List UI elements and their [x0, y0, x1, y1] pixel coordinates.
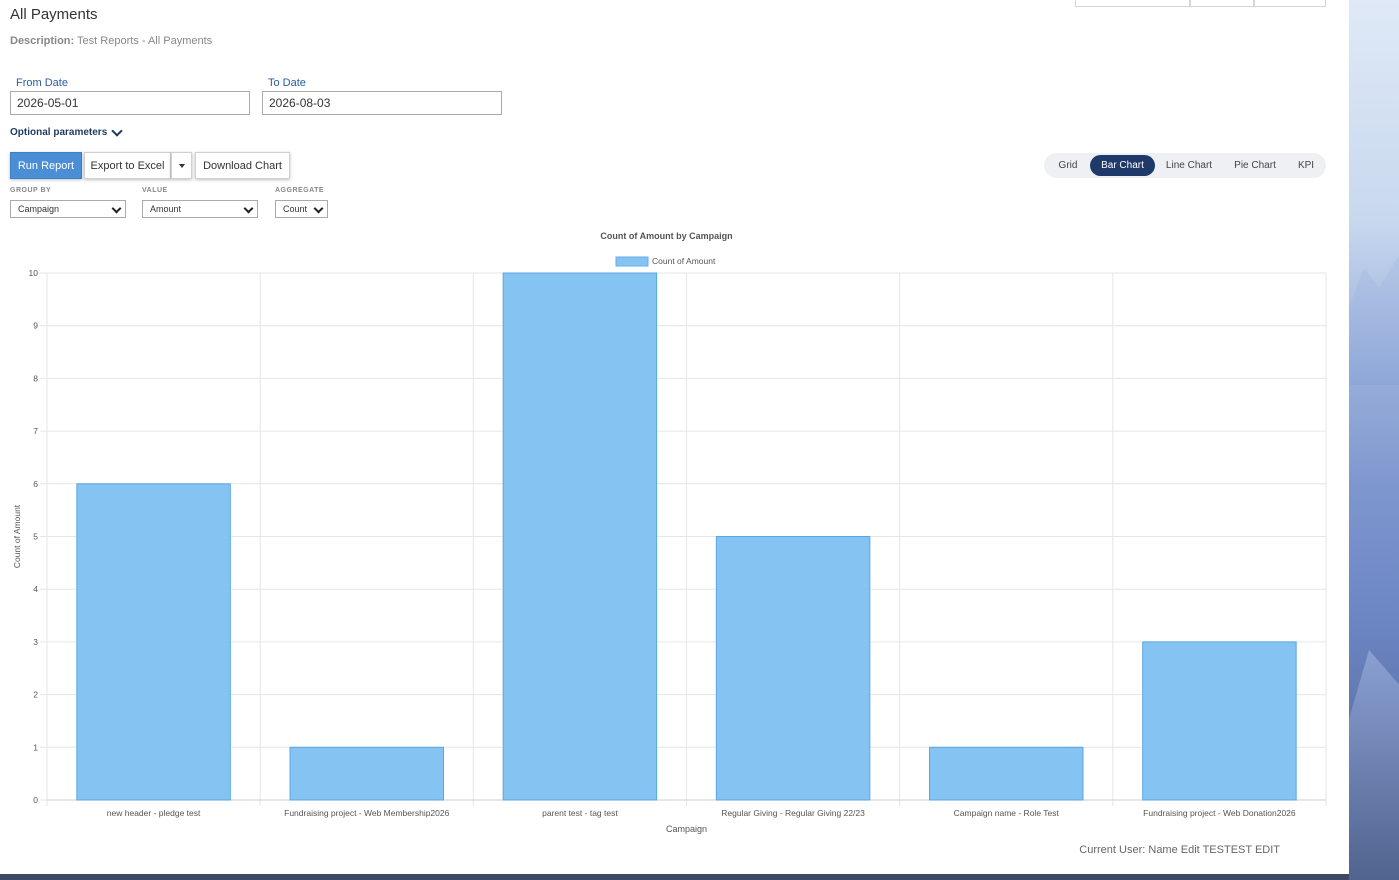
view-toggle: Grid Bar Chart Line Chart Pie Chart KPI — [1044, 153, 1326, 178]
y-tick-label: 1 — [33, 742, 38, 752]
chevron-down-icon — [111, 124, 123, 137]
x-tick-label: parent test - tag test — [542, 808, 618, 818]
y-tick-label: 0 — [33, 795, 38, 805]
view-bar-chart[interactable]: Bar Chart — [1090, 155, 1155, 176]
description-label: Description: — [10, 35, 75, 47]
optional-parameters-toggle[interactable]: Optional parameters — [10, 124, 123, 138]
bar — [929, 746, 1084, 801]
top-button[interactable] — [1254, 0, 1326, 7]
current-user: Current User: Name Edit TESTEST EDIT — [1079, 844, 1280, 856]
y-tick-label: 9 — [33, 321, 38, 331]
top-button[interactable] — [1190, 0, 1254, 7]
top-button[interactable] — [1075, 0, 1190, 7]
group-by-label: GROUP BY — [10, 187, 52, 194]
aggregate-select[interactable]: Count — [275, 200, 328, 218]
y-tick-label: 5 — [33, 532, 38, 542]
report-page: All Payments Description: Test Reports -… — [0, 0, 1349, 874]
y-tick-label: 10 — [29, 268, 39, 278]
x-tick-label: Campaign name - Role Test — [954, 808, 1060, 818]
view-grid[interactable]: Grid — [1046, 155, 1090, 176]
from-date-input[interactable] — [10, 91, 250, 115]
chart-container: Count of Amount by Campaign Count of Amou… — [0, 225, 1340, 840]
view-pie-chart[interactable]: Pie Chart — [1223, 155, 1287, 176]
y-tick-label: 2 — [33, 690, 38, 700]
y-tick-label: 8 — [33, 373, 38, 383]
value-label: VALUE — [142, 187, 168, 194]
top-button-group — [1075, 0, 1326, 8]
group-by-value: Campaign — [18, 204, 60, 214]
run-report-button[interactable]: Run Report — [10, 152, 82, 179]
y-tick-label: 4 — [33, 584, 38, 594]
aggregate-value: Count — [283, 204, 308, 214]
export-excel-button[interactable]: Export to Excel — [84, 152, 171, 179]
y-tick-label: 6 — [33, 479, 38, 489]
chevron-down-icon — [111, 203, 122, 214]
chevron-down-icon — [313, 203, 324, 214]
from-date-label: From Date — [16, 77, 68, 89]
group-by-select[interactable]: Campaign — [10, 200, 126, 218]
value-select[interactable]: Amount — [142, 200, 258, 218]
to-date-label: To Date — [268, 77, 306, 89]
bar — [715, 536, 871, 801]
x-tick-label: Fundraising project - Web Donation2026 — [1143, 808, 1296, 818]
download-chart-button[interactable]: Download Chart — [195, 152, 290, 179]
report-description: Description: Test Reports - All Payments — [10, 35, 212, 47]
export-dropdown-button[interactable] — [171, 152, 192, 179]
chart-title: Count of Amount by Campaign — [600, 231, 732, 241]
background-mountain — [1349, 255, 1399, 385]
x-tick-label: Fundraising project - Web Membership2026 — [284, 808, 449, 818]
bar — [76, 483, 231, 801]
caret-down-icon — [178, 163, 185, 168]
view-line-chart[interactable]: Line Chart — [1155, 155, 1223, 176]
x-axis-title: Campaign — [666, 824, 707, 834]
aggregate-label: AGGREGATE — [275, 187, 325, 194]
bar-chart: Count of Amount by Campaign Count of Amou… — [12, 231, 1327, 834]
value-select-value: Amount — [150, 204, 182, 214]
x-tick-label: Regular Giving - Regular Giving 22/23 — [721, 808, 865, 818]
y-tick-label: 3 — [33, 637, 38, 647]
desktop-background — [1349, 0, 1399, 880]
bar — [502, 272, 658, 801]
background-mountain — [1349, 650, 1399, 880]
chevron-down-icon — [243, 203, 254, 214]
optional-parameters-label: Optional parameters — [10, 127, 108, 138]
to-date-input[interactable] — [262, 91, 502, 115]
legend-label: Count of Amount — [652, 256, 716, 266]
y-tick-label: 7 — [33, 426, 38, 436]
bar — [1142, 641, 1297, 801]
bar — [289, 746, 444, 801]
y-axis-title: Count of Amount — [12, 504, 22, 568]
bottom-bar — [0, 874, 1349, 880]
x-tick-label: new header - pledge test — [107, 808, 201, 818]
page-title: All Payments — [10, 6, 98, 23]
description-text: Test Reports - All Payments — [77, 35, 213, 47]
view-kpi[interactable]: KPI — [1287, 155, 1325, 176]
legend-swatch — [615, 256, 649, 267]
